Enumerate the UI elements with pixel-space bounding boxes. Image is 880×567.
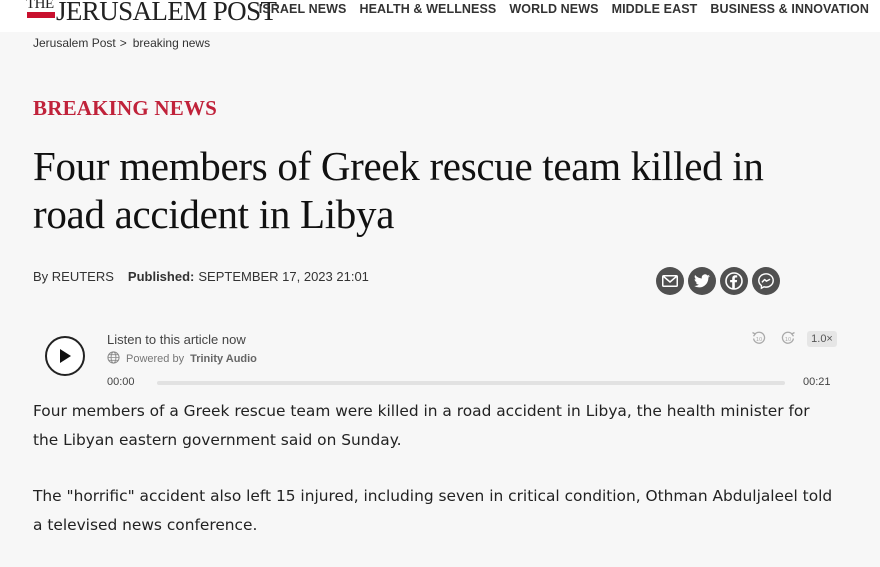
published-label: Published: [127, 269, 195, 284]
audio-player: Listen to this article now Powered by Tr… [0, 325, 880, 395]
breadcrumb: Jerusalem Post > breaking news [33, 36, 210, 50]
time-current: 00:00 [107, 376, 135, 388]
nav-item-israel-news[interactable]: ISRAEL NEWS [259, 2, 347, 16]
forward-icon[interactable]: 10 [780, 330, 796, 351]
logo-the: THE [26, 0, 56, 22]
playback-speed-button[interactable]: 1.0× [807, 331, 837, 347]
article-category[interactable]: BREAKING NEWS [33, 96, 217, 121]
byline-author[interactable]: By REUTERS [33, 269, 114, 284]
breadcrumb-current[interactable]: breaking news [133, 36, 210, 50]
rewind-icon[interactable]: 10 [751, 330, 767, 351]
logo-name: JERUSALEM POST [56, 0, 277, 26]
breadcrumb-home[interactable]: Jerusalem Post [33, 36, 116, 50]
share-bar [656, 267, 780, 295]
nav-item-middle-east[interactable]: MIDDLE EAST [612, 2, 698, 16]
play-button[interactable] [45, 336, 85, 376]
globe-icon[interactable] [107, 351, 120, 367]
top-header: THE JERUSALEM POST ISRAEL NEWS HEALTH & … [0, 0, 880, 32]
site-logo[interactable]: THE JERUSALEM POST [26, 0, 277, 26]
article-paragraph: Four members of a Greek rescue team were… [33, 402, 810, 449]
svg-text:10: 10 [756, 337, 762, 343]
nav-item-world-news[interactable]: WORLD NEWS [509, 2, 598, 16]
powered-by: Powered by Trinity Audio [107, 351, 257, 367]
trinity-audio-brand[interactable]: Trinity Audio [190, 353, 257, 365]
article-byline: By REUTERS Published: SEPTEMBER 17, 2023… [33, 269, 369, 284]
logo-the-text: THE [26, 0, 54, 12]
nav-item-health-wellness[interactable]: HEALTH & WELLNESS [359, 2, 496, 16]
email-icon[interactable] [656, 267, 684, 295]
messenger-icon[interactable] [752, 267, 780, 295]
svg-text:10: 10 [785, 337, 791, 343]
twitter-icon[interactable] [688, 267, 716, 295]
progress-bar[interactable] [157, 381, 785, 385]
nav-item-business-innovation[interactable]: BUSINESS & INNOVATION [710, 2, 869, 16]
listen-label: Listen to this article now [107, 332, 246, 347]
main-nav: ISRAEL NEWS HEALTH & WELLNESS WORLD NEWS… [259, 2, 869, 16]
breadcrumb-separator: > [119, 36, 127, 50]
play-icon [60, 349, 71, 363]
facebook-icon[interactable] [720, 267, 748, 295]
article-paragraph: The "horrific" accident also left 15 inj… [33, 487, 833, 534]
powered-by-label: Powered by [126, 353, 185, 365]
time-total: 00:21 [803, 376, 831, 388]
logo-red-bar [27, 12, 55, 18]
article-headline: Four members of Greek rescue team killed… [33, 143, 764, 237]
published-date: SEPTEMBER 17, 2023 21:01 [198, 269, 369, 284]
